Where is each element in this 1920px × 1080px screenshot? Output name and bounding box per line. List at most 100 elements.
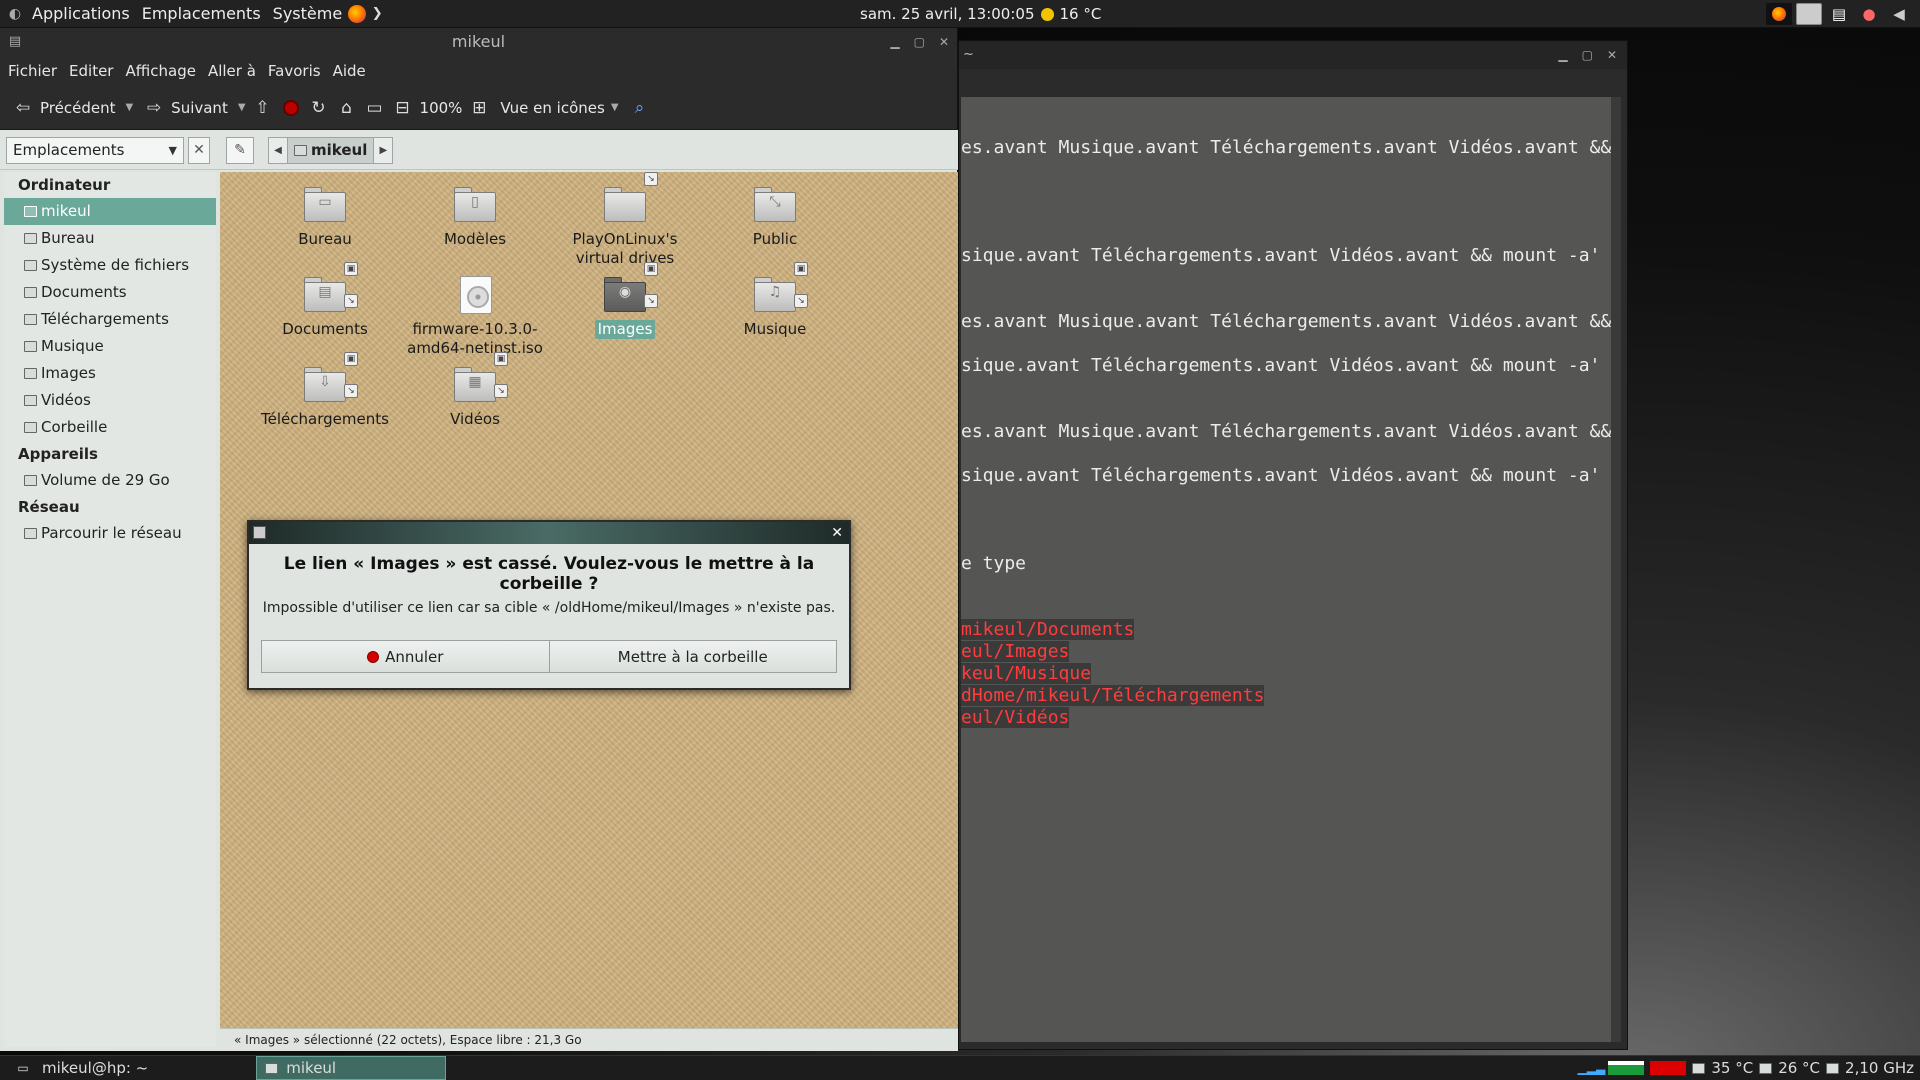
terminal-window[interactable]: ~ ▁ ▢ ✕ es.avant Musique.avant Télécharg… [958,40,1628,1050]
file-item-documents[interactable]: ▤ ▣ ↘ Documents [250,262,400,339]
sidebar-item-label: Vidéos [41,391,91,409]
file-item-modeles[interactable]: ▯ Modèles [400,184,550,249]
folder-link-icon: ↘ [602,172,658,224]
sidebar-item-desktop[interactable]: Bureau [4,225,216,252]
menu-file[interactable]: Fichier [2,62,63,80]
menu-places[interactable]: Emplacements [136,0,267,28]
file-item-playonlinux[interactable]: ↘ PlayOnLinux's virtual drives [550,172,700,268]
dialog-titlebar[interactable]: ✕ [249,522,849,544]
zoom-out-icon[interactable]: ⊟ [392,97,414,119]
menu-help[interactable]: Aide [327,62,372,80]
home-folder-icon[interactable]: ⌂ [336,97,358,119]
taskbar-item-terminal[interactable]: ▭ mikeul@hp: ~ [4,1056,156,1080]
clock[interactable]: sam. 25 avril, 13:00:05 16 °C [860,0,1101,28]
drive-icon [24,475,37,486]
volume-icon[interactable]: ◀ [1886,3,1912,25]
templates-folder-icon: ▯ [452,184,498,224]
forward-button[interactable]: ⇨ Suivant [139,93,232,123]
symlink-emblem-icon: ↘ [644,294,658,308]
maximize-icon[interactable]: ▢ [1582,41,1593,69]
sidebar-header-devices: Appareils [18,445,98,463]
back-button[interactable]: ⇦ Précédent [8,93,119,123]
view-mode-select[interactable]: Vue en icônes ▼ [496,93,622,123]
terminal-titlebar[interactable]: ~ ▁ ▢ ✕ [959,41,1627,69]
sidebar: Ordinateur mikeul Bureau Système de fich… [4,172,216,1047]
stop-icon[interactable] [280,97,302,119]
status-bar: « Images » sélectionné (22 octets), Espa… [220,1028,958,1051]
folder-icon [24,233,37,244]
sidebar-item-browse-network[interactable]: Parcourir le réseau [4,520,216,547]
sidebar-item-videos[interactable]: Vidéos [4,387,216,414]
notification-icon[interactable]: ● [1856,3,1882,25]
reload-icon[interactable]: ↻ [308,97,330,119]
filemanager-window-icon[interactable] [1796,3,1822,25]
file-item-label: Vidéos [450,410,500,428]
file-item-telechargements[interactable]: ⇩ ▣ ↘ Téléchargements [250,352,400,429]
terminal-line: es.avant Musique.avant Téléchargements.a… [961,421,1611,442]
sidebar-item-music[interactable]: Musique [4,333,216,360]
forward-history-dropdown[interactable]: ▼ [238,102,246,113]
close-sidebar-button[interactable]: ✕ [188,137,210,164]
breadcrumb-left-arrow[interactable]: ◀ [269,138,287,163]
back-history-dropdown[interactable]: ▼ [125,102,133,113]
sidebar-item-trash[interactable]: Corbeille [4,414,216,441]
home-folder-icon [24,206,37,217]
search-icon[interactable]: ⌕ [629,97,651,119]
folder-icon [24,314,37,325]
sidebar-item-home[interactable]: mikeul [4,198,216,225]
file-item-public[interactable]: ⤡ Public [700,184,850,249]
file-item-images[interactable]: ◉ ▣ ↘ Images [550,262,700,339]
folder-icon [24,287,37,298]
menu-applications[interactable]: Applications [26,0,136,28]
sidebar-item-label: mikeul [41,202,91,220]
cancel-button[interactable]: Annuler [262,641,549,672]
breadcrumb-home[interactable]: mikeul [287,138,375,163]
file-item-firmware-iso[interactable]: firmware-10.3.0-amd64-netinst.iso [400,274,550,358]
menu-go[interactable]: Aller à [202,62,262,80]
menu-system[interactable]: Système [267,0,349,28]
sidebar-item-label: Documents [41,283,127,301]
move-to-trash-button[interactable]: Mettre à la corbeille [548,641,836,672]
file-item-bureau[interactable]: ▭ Bureau [250,184,400,249]
sidebar-item-downloads[interactable]: Téléchargements [4,306,216,333]
terminal-icon: ▭ [17,1061,29,1075]
terminal-output[interactable]: es.avant Musique.avant Téléchargements.a… [961,97,1611,1042]
location-bar: Emplacements ▼ ✕ ✎ ◀ mikeul ▶ [0,130,958,170]
close-icon[interactable]: ✕ [1607,41,1617,69]
computer-icon[interactable]: ▭ [364,97,386,119]
taskbar-item-filemanager[interactable]: mikeul [256,1056,447,1080]
cpu-temp-icon [1692,1062,1706,1074]
maximize-icon[interactable]: ▢ [914,28,925,56]
terminal-error-line: dHome/mikeul/Téléchargements [961,685,1265,706]
zoom-in-icon[interactable]: ⊞ [468,97,490,119]
sidebar-item-label: Parcourir le réseau [41,524,182,542]
file-manager-titlebar[interactable]: ▤ mikeul ▁ ▢ ✕ [0,28,957,56]
close-icon[interactable]: ✕ [939,28,949,56]
sidebar-item-pictures[interactable]: Images [4,360,216,387]
places-select[interactable]: Emplacements ▼ [6,137,184,164]
forward-label: Suivant [171,98,228,117]
firefox-window-icon[interactable] [1766,3,1792,25]
menu-edit[interactable]: Editer [63,62,119,80]
close-icon[interactable]: ✕ [831,522,843,544]
minimize-icon[interactable]: ▁ [1558,41,1567,69]
menu-view[interactable]: Affichage [119,62,201,80]
sidebar-item-volume[interactable]: Volume de 29 Go [4,467,216,494]
file-item-videos[interactable]: ▦ ▣ ↘ Vidéos [400,352,550,429]
sidebar-item-filesystem[interactable]: Système de fichiers [4,252,216,279]
parent-folder-icon[interactable]: ⇧ [252,97,274,119]
cpu-freq-icon [1826,1062,1840,1074]
terminal-launcher-icon[interactable]: ❯ [366,3,388,25]
toggle-location-entry-button[interactable]: ✎ [226,137,254,164]
sidebar-item-documents[interactable]: Documents [4,279,216,306]
file-item-musique[interactable]: ♫ ▣ ↘ Musique [700,262,850,339]
minimize-icon[interactable]: ▁ [890,28,899,56]
terminal-scrollbar[interactable] [1611,97,1621,1042]
menu-bookmarks[interactable]: Favoris [262,62,327,80]
firefox-launcher-icon[interactable] [348,4,367,23]
debian-logo-icon[interactable]: ◐ [4,3,26,25]
downloads-folder-icon: ⇩ ▣ ↘ [302,352,358,404]
symlink-emblem-icon: ↘ [494,384,508,398]
clipboard-icon[interactable]: ▤ [1826,3,1852,25]
breadcrumb-right-arrow[interactable]: ▶ [374,138,392,163]
